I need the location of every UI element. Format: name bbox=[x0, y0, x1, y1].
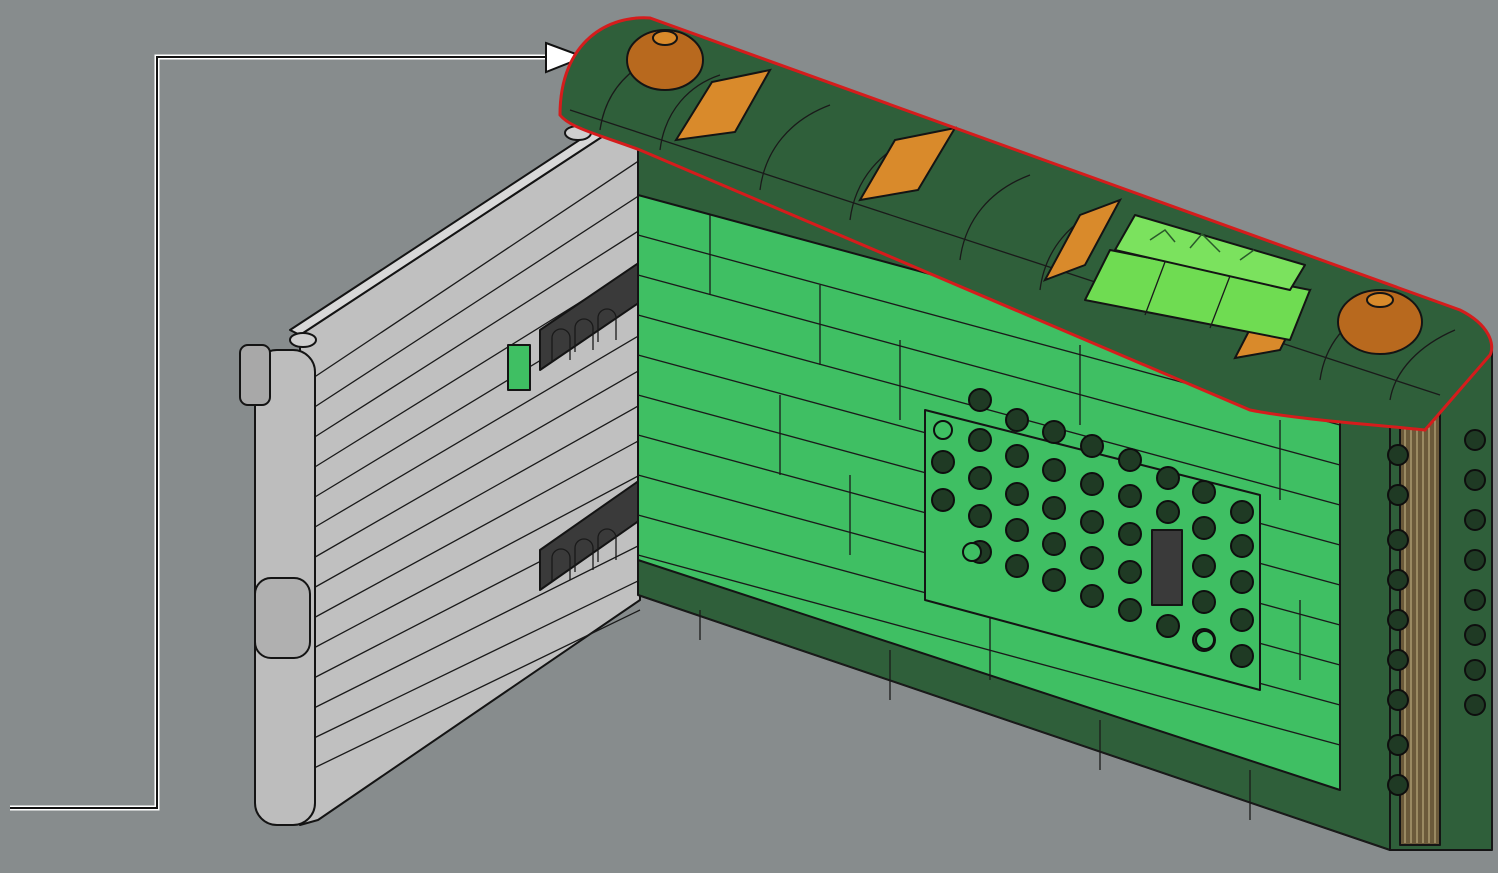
dark-tile bbox=[1151, 529, 1183, 606]
stud bbox=[289, 332, 317, 348]
build-scene bbox=[10, 16, 1494, 851]
instruction-canvas bbox=[0, 0, 1498, 873]
green-tile bbox=[507, 344, 531, 391]
